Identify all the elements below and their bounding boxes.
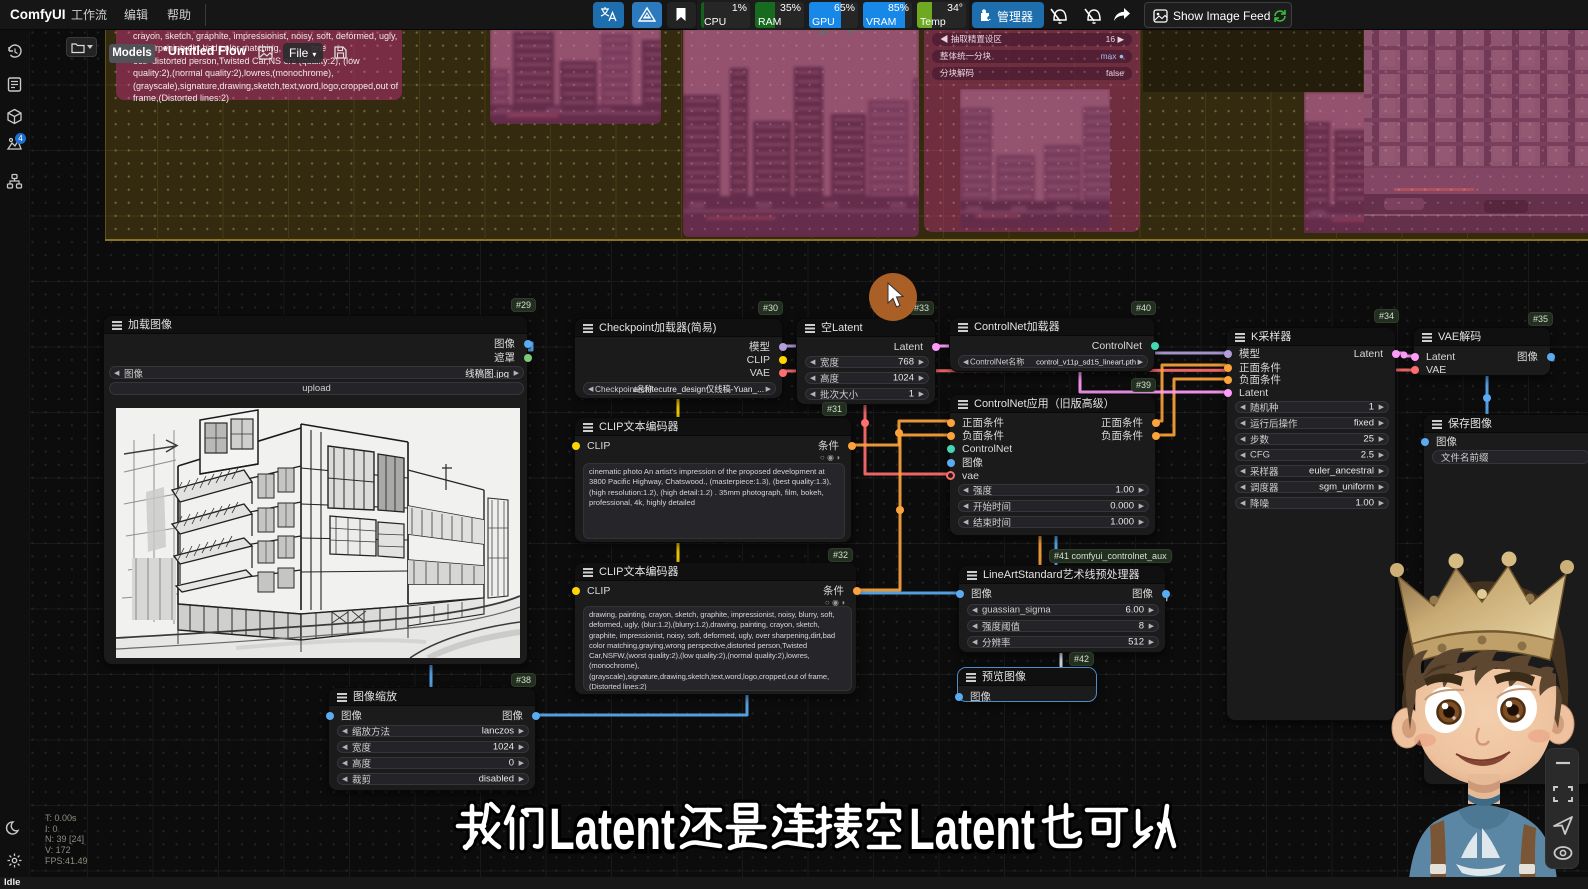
svg-text:Latent: Latent [909, 797, 1035, 862]
svg-text:Latent: Latent [549, 797, 675, 862]
